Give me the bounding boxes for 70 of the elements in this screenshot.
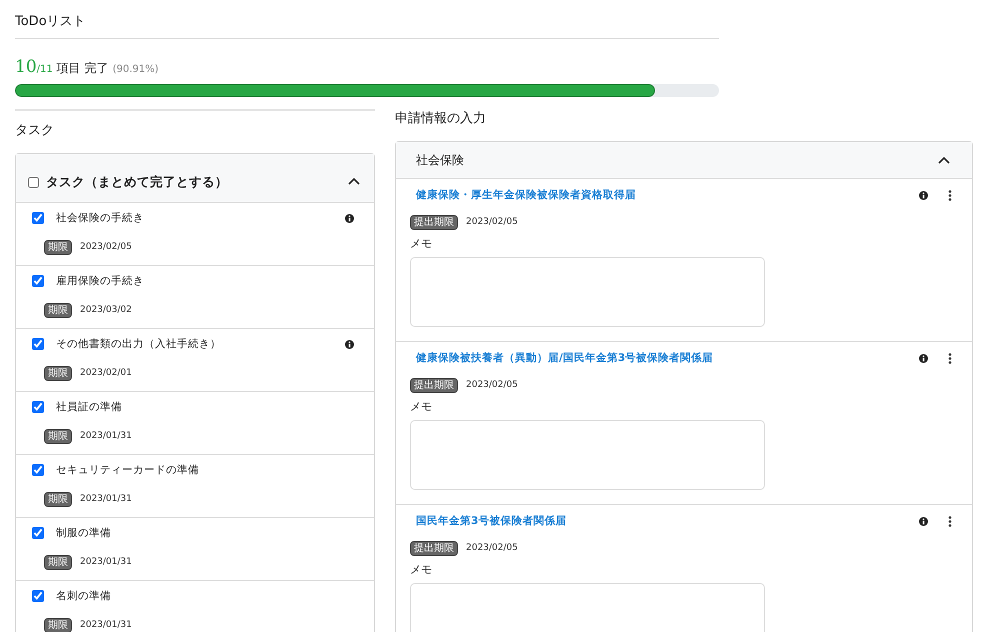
- more-options-icon[interactable]: [948, 190, 952, 201]
- form-link[interactable]: 健康保険・厚生年金保険被保険者資格取得届: [416, 188, 636, 204]
- memo-label: メモ: [410, 399, 433, 416]
- deadline-badge: 提出期限: [410, 541, 458, 556]
- form-link[interactable]: 国民年金第3号被保険者関係届: [416, 514, 566, 530]
- info-icon[interactable]: [345, 340, 354, 349]
- task-row[interactable]: 制服の準備 期限 2023/01/31: [16, 518, 374, 580]
- checkbox[interactable]: [32, 527, 44, 540]
- checkbox[interactable]: [32, 464, 44, 476]
- deadline-badge: 期限: [44, 492, 72, 508]
- task-row[interactable]: 社員証の準備 期限 2023/01/31: [16, 392, 374, 454]
- task-row[interactable]: 社会保険の手続き 期限 2023/02/05: [16, 202, 374, 266]
- memo-field[interactable]: [410, 582, 765, 632]
- deadline-badge: 期限: [44, 429, 72, 444]
- checkbox[interactable]: [32, 212, 44, 224]
- completed-count: 10: [15, 56, 37, 78]
- task-label: 名刺の準備: [56, 588, 111, 604]
- deadline-badge: 提出期限: [410, 215, 458, 230]
- task-label: 社員証の準備: [56, 400, 122, 414]
- task-date: 2023/03/02: [80, 304, 132, 317]
- form-date: 2023/02/05: [466, 216, 518, 229]
- deadline-badge: 期限: [44, 555, 72, 570]
- task-label: 社会保険の手続き: [56, 210, 144, 226]
- task-date: 2023/02/05: [80, 241, 132, 254]
- total-count: /11: [36, 62, 53, 76]
- task-row[interactable]: 雇用保険の手続き 期限 2023/03/02: [16, 266, 374, 328]
- memo-field[interactable]: [410, 420, 765, 490]
- more-options-icon[interactable]: [948, 516, 952, 527]
- info-icon[interactable]: [919, 190, 928, 200]
- task-date: 2023/01/31: [80, 430, 132, 443]
- memo-label: メモ: [410, 562, 433, 578]
- checkbox[interactable]: [28, 177, 39, 188]
- memo-label: メモ: [410, 236, 433, 252]
- progress-percent: (90.91%): [112, 62, 158, 76]
- deadline-badge: 期限: [44, 366, 72, 382]
- info-icon[interactable]: [345, 214, 354, 223]
- checkbox[interactable]: [32, 401, 44, 414]
- task-row[interactable]: セキュリティーカードの準備 期限 2023/01/31: [16, 454, 374, 518]
- info-icon[interactable]: [919, 516, 928, 526]
- form-link[interactable]: 健康保険被扶養者（異動）届/国民年金第3号被保険者関係届: [416, 350, 714, 366]
- task-date: 2023/02/01: [80, 367, 132, 380]
- task-date: 2023/01/31: [80, 619, 132, 632]
- deadline-badge: 提出期限: [410, 378, 458, 394]
- page-title: ToDoリスト: [15, 12, 719, 38]
- task-label: セキュリティーカードの準備: [56, 462, 199, 478]
- info-icon[interactable]: [919, 354, 928, 363]
- deadline-badge: 期限: [44, 618, 72, 632]
- checkbox[interactable]: [32, 590, 44, 602]
- task-label: 制服の準備: [56, 526, 111, 540]
- group-label: タスク（まとめて完了とする）: [46, 173, 228, 192]
- task-label: その他書類の出力（入社手続き）: [56, 336, 221, 352]
- section-label: 社会保険: [416, 152, 464, 168]
- section-heading: タスク: [15, 122, 55, 140]
- progress-label: 項目 完了: [56, 60, 109, 76]
- chevron-up-icon[interactable]: [348, 177, 360, 186]
- checkbox[interactable]: [32, 338, 44, 350]
- deadline-badge: 期限: [44, 303, 72, 318]
- task-label: 雇用保険の手続き: [56, 274, 144, 288]
- deadline-badge: 期限: [44, 240, 72, 256]
- task-date: 2023/01/31: [80, 556, 132, 569]
- section-heading: 申請情報の入力: [395, 110, 487, 128]
- form-date: 2023/02/05: [466, 379, 518, 392]
- checkbox[interactable]: [32, 275, 44, 288]
- task-row[interactable]: その他書類の出力（入社手続き） 期限 2023/02/01: [16, 328, 374, 392]
- more-options-icon[interactable]: [948, 352, 952, 364]
- chevron-up-icon[interactable]: [938, 156, 950, 164]
- form-date: 2023/02/05: [466, 542, 518, 555]
- memo-field[interactable]: [410, 256, 765, 327]
- task-date: 2023/01/31: [80, 493, 132, 506]
- task-row[interactable]: 名刺の準備 期限 2023/01/31: [16, 580, 374, 632]
